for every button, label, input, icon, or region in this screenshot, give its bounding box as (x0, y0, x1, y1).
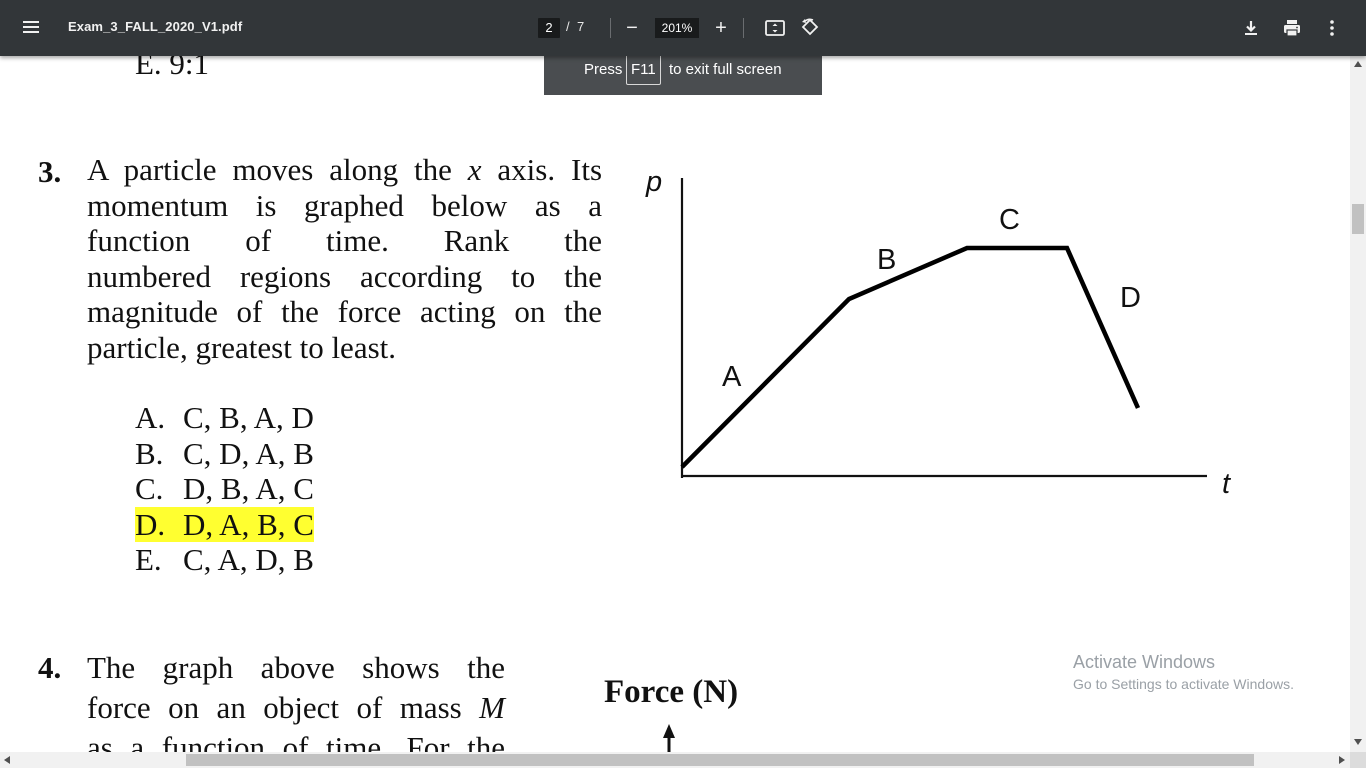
answer-option-e: E. C, A, D, B (135, 542, 314, 577)
vertical-scrollbar[interactable] (1350, 56, 1366, 752)
scroll-up-arrow-icon[interactable] (1353, 60, 1363, 68)
watermark-title: Activate Windows (1073, 652, 1216, 672)
question-text-line: force on an object of mass M (87, 690, 505, 725)
question-3-options: A. C, B, A, D B. C, D, A, B C. D, B, A, C D… (135, 400, 314, 578)
pdf-toolbar: Exam_3_FALL_2020_V1.pdf 2 / 7 − 201% + (0, 0, 1366, 56)
question-text-line: function of time. Rank the (87, 223, 602, 258)
question-3-number: 3. (38, 154, 62, 189)
toolbar-divider (743, 18, 744, 38)
answer-option-d: D. D, A, B, C (135, 506, 314, 543)
f11-key: F11 (626, 53, 661, 85)
question-text-line: A particle moves along the x axis. Its (87, 152, 603, 187)
fullscreen-notice-text: Press (584, 61, 623, 78)
page-total: 7 (577, 19, 585, 34)
question-text-line: numbered regions according to the (87, 258, 602, 294)
previous-option-tail: E. 9:1 (135, 56, 210, 81)
question-text-line: magnitude of the force acting on the (87, 294, 602, 329)
x-axis-label: t (1222, 468, 1232, 500)
more-options-icon[interactable] (1321, 17, 1343, 39)
question-text-line: The graph above shows the (87, 650, 505, 685)
region-label-a: A (722, 361, 742, 393)
fullscreen-notice-text: to exit full screen (669, 61, 782, 78)
question-text-line: particle, greatest to least. (87, 329, 397, 365)
menu-icon[interactable] (23, 18, 43, 38)
rotate-icon[interactable] (799, 17, 821, 39)
answer-option-a: A. C, B, A, D (135, 400, 314, 435)
scrollbar-corner (1350, 752, 1366, 768)
y-axis-label: p (645, 166, 662, 198)
scroll-left-arrow-icon[interactable] (3, 755, 11, 765)
zoom-out-button[interactable]: − (622, 14, 642, 42)
horizontal-scroll-thumb[interactable] (186, 754, 1254, 766)
question-4-number: 4. (38, 650, 62, 685)
answer-option-b: B. C, D, A, B (135, 435, 314, 471)
page-number-input[interactable]: 2 (538, 18, 560, 38)
question-4-text: The graph above shows the force on an ob… (87, 648, 505, 752)
scroll-down-arrow-icon[interactable] (1353, 738, 1363, 746)
page-separator: / (566, 19, 570, 34)
print-icon[interactable] (1281, 17, 1303, 39)
momentum-time-graph: p t A B C D (645, 166, 1232, 500)
watermark-subtitle: Go to Settings to activate Windows. (1073, 676, 1294, 692)
toolbar-divider (610, 18, 611, 38)
region-label-d: D (1120, 282, 1141, 314)
question-3-text: A particle moves along the x axis. Its m… (87, 152, 602, 365)
fit-page-icon[interactable] (764, 17, 786, 39)
question-text-line: as a function of time. For the (87, 730, 505, 752)
vertical-scroll-thumb[interactable] (1352, 204, 1364, 234)
region-label-b: B (877, 244, 896, 276)
zoom-level-input[interactable]: 201% (655, 18, 699, 38)
answer-option-c: C. D, B, A, C (135, 471, 314, 506)
region-label-c: C (999, 204, 1020, 236)
pdf-page-viewport[interactable]: E. 9:1 3. A particle moves along the x a… (0, 56, 1350, 752)
force-graph-label: Force (N) (604, 674, 739, 710)
download-icon[interactable] (1240, 17, 1262, 39)
force-axis-arrow (663, 724, 675, 752)
file-title: Exam_3_FALL_2020_V1.pdf (68, 19, 243, 34)
highlighted-answer: D. D, A, B, C (135, 506, 314, 542)
scroll-right-arrow-icon[interactable] (1338, 755, 1346, 765)
activation-watermark: Activate Windows Go to Settings to activ… (1073, 652, 1294, 692)
question-text-line: momentum is graphed below as a (87, 187, 602, 223)
zoom-in-button[interactable]: + (711, 14, 731, 42)
